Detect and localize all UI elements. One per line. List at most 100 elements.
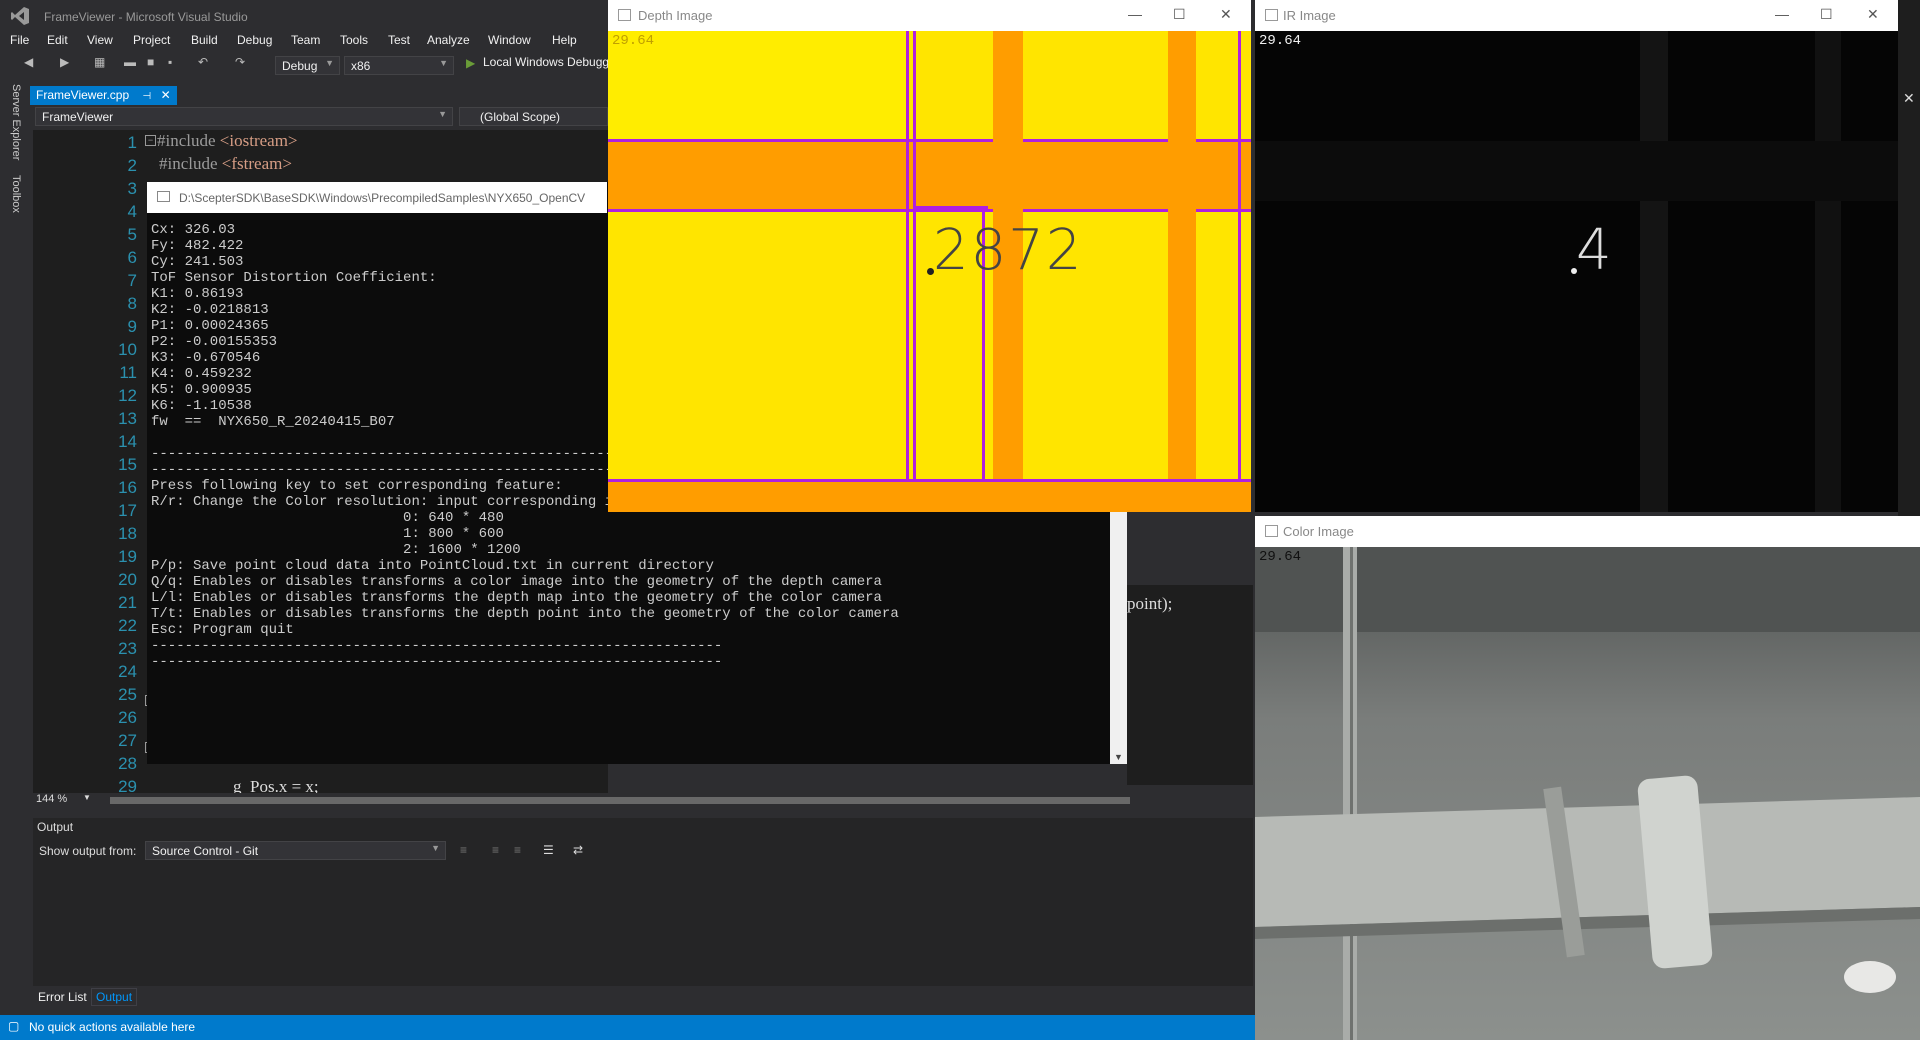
start-debugging-button[interactable]: Local Windows Debugg <box>483 55 609 69</box>
console-line: K2: -0.0218813 <box>151 302 269 318</box>
line-number: 17 <box>118 501 137 520</box>
tab-label: FrameViewer.cpp <box>36 88 130 102</box>
console-line: 2: 1600 * 1200 <box>151 542 521 558</box>
ir-fps: 29.64 <box>1259 33 1302 49</box>
ir-value-label: 4 <box>1576 218 1612 283</box>
project-scope-select[interactable]: FrameViewer ▼ <box>35 107 453 126</box>
menu-tools[interactable]: Tools <box>340 33 368 47</box>
code-line: #include <fstream> <box>159 154 292 174</box>
tab-output[interactable]: Output <box>91 988 138 1006</box>
word-wrap-icon[interactable]: ⇄ <box>573 843 583 857</box>
depth-title-bar[interactable]: Depth Image — ☐ ✕ <box>608 0 1251 31</box>
redo-icon[interactable]: ↷ <box>235 55 245 69</box>
output-source-select[interactable]: Source Control - Git ▼ <box>145 841 446 860</box>
close-icon[interactable]: ✕ <box>1220 6 1232 23</box>
console-line: K3: -0.670546 <box>151 350 261 366</box>
solution-configuration-value: Debug <box>282 59 318 73</box>
start-debugging-icon[interactable]: ▶ <box>466 56 475 70</box>
chevron-down-icon[interactable]: ▼ <box>83 793 91 802</box>
depth-value-label: 2872 <box>933 218 1084 283</box>
color-image <box>1255 547 1920 1040</box>
editor-gutter <box>55 130 85 795</box>
maximize-icon[interactable]: ☐ <box>1820 6 1833 23</box>
editor-status-strip: 144 % ▼ <box>33 793 1253 807</box>
global-scope-select[interactable]: (Global Scope) <box>459 107 608 126</box>
quick-actions-icon: ▢ <box>8 1019 20 1033</box>
window-icon <box>1265 525 1278 537</box>
menu-view[interactable]: View <box>87 33 113 47</box>
ir-title: IR Image <box>1283 8 1336 23</box>
console-line: K6: -1.10538 <box>151 398 252 414</box>
output-pane-title: Output <box>37 820 74 834</box>
line-number: 19 <box>118 547 137 566</box>
color-image-window[interactable]: Color Image 29.64 <box>1255 516 1920 1040</box>
output-source-value: Source Control - Git <box>152 844 259 858</box>
menu-project[interactable]: Project <box>133 33 170 47</box>
menu-team[interactable]: Team <box>291 33 320 47</box>
pin-icon[interactable]: ⊣ <box>143 91 152 102</box>
line-number: 8 <box>127 294 137 313</box>
menu-build[interactable]: Build <box>191 33 218 47</box>
maximize-icon[interactable]: ☐ <box>1173 6 1186 23</box>
clear-all-icon[interactable]: ☰ <box>543 843 554 857</box>
minimize-icon[interactable]: — <box>1775 6 1789 22</box>
console-line: K1: 0.86193 <box>151 286 244 302</box>
line-number: 2 <box>127 156 137 175</box>
line-number: 9 <box>127 317 137 336</box>
minimize-icon[interactable]: — <box>1128 6 1142 22</box>
include-path: <iostream> <box>219 131 298 150</box>
forward-icon[interactable]: ▶ <box>60 55 69 69</box>
include-keyword: #include <box>157 131 220 150</box>
depth-image-window[interactable]: Depth Image — ☐ ✕ 29.64 2872 <box>608 0 1251 512</box>
close-icon[interactable]: ✕ <box>1867 6 1879 23</box>
navigation-bar: FrameViewer ▼ (Global Scope) <box>33 107 608 127</box>
ir-title-bar[interactable]: IR Image — ☐ ✕ <box>1255 0 1898 31</box>
console-title-bar[interactable]: D:\ScepterSDK\BaseSDK\Windows\Precompile… <box>147 182 607 213</box>
menu-file[interactable]: File <box>10 33 29 47</box>
tab-error-list[interactable]: Error List <box>38 990 87 1004</box>
solution-configuration-select[interactable]: Debug ▼ <box>275 56 340 75</box>
tab-frameviewer-cpp[interactable]: FrameViewer.cpp ⊣ ✕ <box>30 86 177 105</box>
back-icon[interactable]: ◀ <box>24 55 33 69</box>
console-line: Fy: 482.422 <box>151 238 244 254</box>
menu-analyze[interactable]: Analyze <box>427 33 470 47</box>
menu-edit[interactable]: Edit <box>47 33 68 47</box>
zoom-level[interactable]: 144 % <box>36 793 67 805</box>
save-all-icon[interactable]: ▪ <box>168 55 172 69</box>
color-title-bar[interactable]: Color Image <box>1255 516 1920 547</box>
scroll-down-icon[interactable]: ▼ <box>1114 752 1123 762</box>
menu-debug[interactable]: Debug <box>237 33 272 47</box>
menu-help[interactable]: Help <box>552 33 577 47</box>
new-project-icon[interactable]: ▦ <box>94 55 105 69</box>
console-line: ----------------------------------------… <box>151 638 723 654</box>
ir-image-window[interactable]: IR Image — ☐ ✕ 29.64 4 <box>1255 0 1898 512</box>
line-number: 23 <box>118 639 137 658</box>
collapse-icon[interactable]: − <box>145 135 156 146</box>
find-message-icon[interactable]: ≡ <box>460 843 467 857</box>
close-icon[interactable]: ✕ <box>161 88 171 102</box>
console-line: ToF Sensor Distortion Coefficient: <box>151 270 437 286</box>
toolbox-tab[interactable]: Toolbox <box>10 175 22 213</box>
horizontal-scrollbar[interactable] <box>110 797 1130 804</box>
next-message-icon[interactable]: ≡ <box>514 843 521 857</box>
save-icon[interactable]: ■ <box>147 55 154 69</box>
line-number: 14 <box>118 432 137 451</box>
line-number: 4 <box>127 202 137 221</box>
solution-platform-select[interactable]: x86 ▼ <box>344 56 454 75</box>
line-number: 25 <box>118 685 137 704</box>
console-line: Cy: 241.503 <box>151 254 244 270</box>
menu-window[interactable]: Window <box>488 33 531 47</box>
left-tool-strip: Server Explorer Toolbox <box>0 82 33 1012</box>
status-text: No quick actions available here <box>29 1020 196 1034</box>
line-number: 10 <box>118 340 137 359</box>
console-line: L/l: Enables or disables transforms the … <box>151 590 882 606</box>
close-icon[interactable]: ✕ <box>1903 90 1915 107</box>
include-path: <fstream> <box>221 154 292 173</box>
server-explorer-tab[interactable]: Server Explorer <box>10 84 22 160</box>
console-scrollbar[interactable]: ▼ <box>1110 512 1127 764</box>
line-number: 1 <box>127 133 137 152</box>
previous-message-icon[interactable]: ≡ <box>492 843 499 857</box>
menu-test[interactable]: Test <box>388 33 410 47</box>
open-file-icon[interactable]: ▬ <box>124 55 136 69</box>
undo-icon[interactable]: ↶ <box>198 55 208 69</box>
